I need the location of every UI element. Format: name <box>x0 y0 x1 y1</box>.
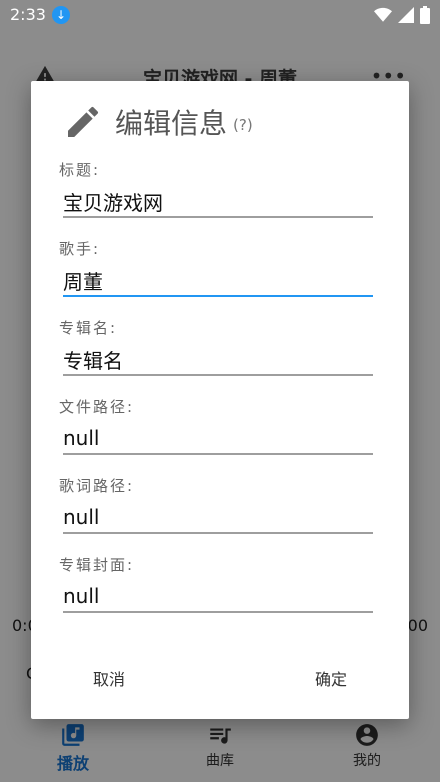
title-input[interactable] <box>63 180 373 218</box>
wifi-icon <box>374 7 392 22</box>
field-label: 标题: <box>59 161 101 179</box>
cancel-button[interactable]: 取消 <box>87 659 131 699</box>
album-cover-field: 专辑封面: <box>59 554 377 613</box>
field-label: 歌手: <box>59 240 101 258</box>
lyrics-path-field: 歌词路径: <box>59 475 377 534</box>
artist-field: 歌手: <box>59 238 377 297</box>
download-icon: ↓ <box>52 6 70 24</box>
battery-icon <box>420 6 430 24</box>
album-cover-input[interactable] <box>63 575 373 613</box>
confirm-button[interactable]: 确定 <box>309 659 353 699</box>
album-input[interactable] <box>63 338 373 376</box>
status-time: 2:33 <box>10 5 46 24</box>
field-label: 文件路径: <box>59 398 135 416</box>
dialog-actions: 取消 确定 <box>31 659 409 699</box>
cellular-signal-icon <box>398 7 414 23</box>
field-label: 专辑名: <box>59 319 118 337</box>
artist-input[interactable] <box>63 259 373 297</box>
dialog-title: 编辑信息 <box>115 107 228 140</box>
status-bar: 2:33 ↓ <box>0 0 440 30</box>
file-path-input[interactable] <box>63 417 373 455</box>
field-label: 专辑封面: <box>59 556 135 574</box>
album-field: 专辑名: <box>59 317 377 376</box>
title-field: 标题: <box>59 159 377 218</box>
pencil-icon <box>68 106 99 137</box>
help-hint[interactable]: (?) <box>233 116 253 134</box>
dialog-header: 编辑信息 (?) <box>63 101 253 143</box>
field-label: 歌词路径: <box>59 477 135 495</box>
lyrics-path-input[interactable] <box>63 496 373 534</box>
file-path-field: 文件路径: <box>59 396 377 455</box>
edit-info-dialog: 编辑信息 (?) 标题: 歌手: 专辑名: 文件路径: 歌词路径: 专辑封面: … <box>31 81 409 719</box>
